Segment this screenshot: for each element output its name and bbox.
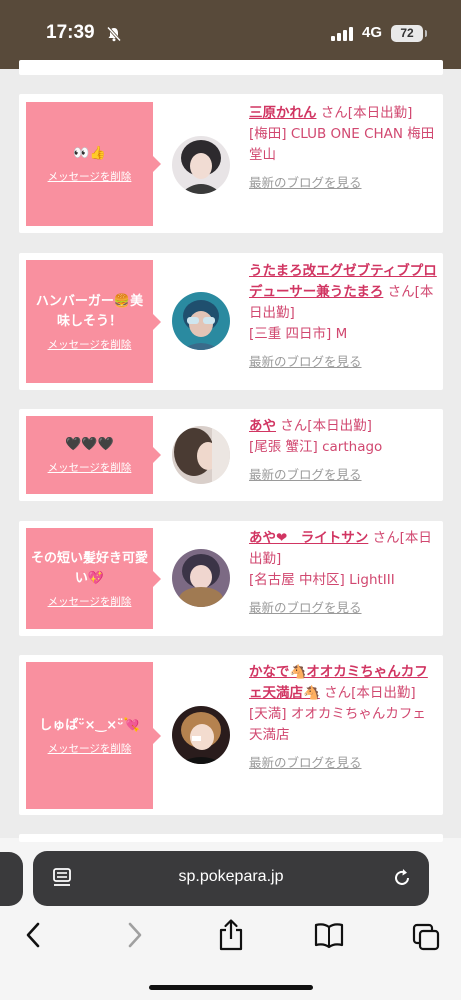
cast-info: 三原かれん さん[本日出勤] [梅田] CLUB ONE CHAN 梅田堂山 最… [249,103,439,194]
work-status: [本日出勤] [347,105,413,121]
message-card: 🖤🖤🖤 メッセージを削除 あや さん[本日出勤] [尾張 蟹江] carthag… [19,409,443,501]
delete-message-link[interactable]: メッセージを削除 [48,337,132,352]
cast-name-link[interactable]: あや❤︎ ライトサン [249,530,368,546]
message-card: その短い髪好き可愛い💖 メッセージを削除 あや❤︎ ライトサン さん[本日出勤]… [19,521,443,636]
status-bar: 17:39 4G 72 [0,0,461,69]
message-bubble: 🖤🖤🖤 メッセージを削除 [26,416,161,494]
address-bar[interactable]: sp.pokepara.jp [33,851,429,906]
bookmarks-icon[interactable] [313,918,345,952]
delete-message-link[interactable]: メッセージを削除 [48,460,132,475]
cast-name-link[interactable]: あや [249,418,276,434]
forward-icon[interactable] [124,918,144,952]
honorific: さん [320,105,348,121]
latest-blog-link[interactable]: 最新のブログを見る [249,172,362,193]
cast-info: あや さん[本日出勤] [尾張 蟹江] carthago 最新のブログを見る [249,416,439,486]
cast-name-link[interactable]: 三原かれん [249,105,317,121]
share-icon[interactable] [216,918,246,952]
back-icon[interactable] [24,918,44,952]
message-bubble: 👀👍 メッセージを削除 [26,102,161,226]
avatar[interactable] [172,426,230,484]
clock: 17:39 [46,22,95,43]
message-bubble: ハンバーガー🍔美味しそう！ メッセージを削除 [26,260,161,383]
message-text: しゅぱᵕ̈×‿×ᵕ̈💘 [39,717,140,733]
shop-name: [天満] オオカミちゃんカフェ天満店 [249,706,426,743]
honorific: さん [387,284,415,300]
url-text: sp.pokepara.jp [178,868,284,885]
delete-message-link[interactable]: メッセージを削除 [48,594,132,609]
message-card: しゅぱᵕ̈×‿×ᵕ̈💘 メッセージを削除 かなで🐴オオカミちゃんカフェ天満店🐴 … [19,655,443,815]
avatar[interactable] [172,136,230,194]
delete-message-link[interactable]: メッセージを削除 [48,741,132,756]
previous-tab-preview[interactable] [0,852,23,906]
latest-blog-link[interactable]: 最新のブログを見る [249,464,362,485]
message-bubble: その短い髪好き可愛い💖 メッセージを削除 [26,528,161,629]
work-status: [本日出勤] [307,418,372,434]
message-text: 🖤🖤🖤 [65,437,114,452]
avatar[interactable] [172,549,230,607]
work-status: [本日出勤] [351,685,416,701]
tabs-icon[interactable] [411,918,441,952]
honorific: さん [372,530,400,546]
bell-muted-icon [106,26,122,42]
cell-signal-icon [331,27,353,41]
delete-message-link[interactable]: メッセージを削除 [48,169,132,184]
message-card: 👀👍 メッセージを削除 三原かれん さん[本日出勤] [梅田] CLUB ONE… [19,94,443,233]
cast-info: うたまろ改エグゼブティブプロデューサー兼うたまろ さん[本日出勤] [三重 四日… [249,261,439,373]
reload-icon[interactable] [392,868,412,888]
honorific: さん [324,685,352,701]
battery-icon: 72 [391,25,427,42]
avatar[interactable] [172,292,230,350]
message-card: ハンバーガー🍔美味しそう！ メッセージを削除 うたまろ改エグゼブティブプロデュー… [19,253,443,390]
message-card-partial-top [19,60,443,75]
message-text: その短い髪好き可愛い💖 [30,550,148,586]
avatar[interactable] [172,706,230,764]
home-indicator [149,985,313,990]
message-bubble: しゅぱᵕ̈×‿×ᵕ̈💘 メッセージを削除 [26,662,161,809]
network-type: 4G [362,24,383,41]
latest-blog-link[interactable]: 最新のブログを見る [249,597,362,618]
shop-name: [尾張 蟹江] carthago [249,439,383,455]
latest-blog-link[interactable]: 最新のブログを見る [249,351,362,372]
message-card-partial-bottom [19,834,443,842]
latest-blog-link[interactable]: 最新のブログを見る [249,752,362,773]
shop-name: [名古屋 中村区] LightIII [249,572,395,588]
shop-name: [梅田] CLUB ONE CHAN 梅田堂山 [249,126,435,163]
message-text: ハンバーガー🍔美味しそう！ [35,293,144,329]
shop-name: [三重 四日市] M [249,326,348,342]
honorific: さん [280,418,308,434]
cast-info: あや❤︎ ライトサン さん[本日出勤] [名古屋 中村区] LightIII 最… [249,528,439,619]
cast-info: かなで🐴オオカミちゃんカフェ天満店🐴 さん[本日出勤] [天満] オオカミちゃん… [249,662,439,774]
message-text: 👀👍 [73,146,106,161]
